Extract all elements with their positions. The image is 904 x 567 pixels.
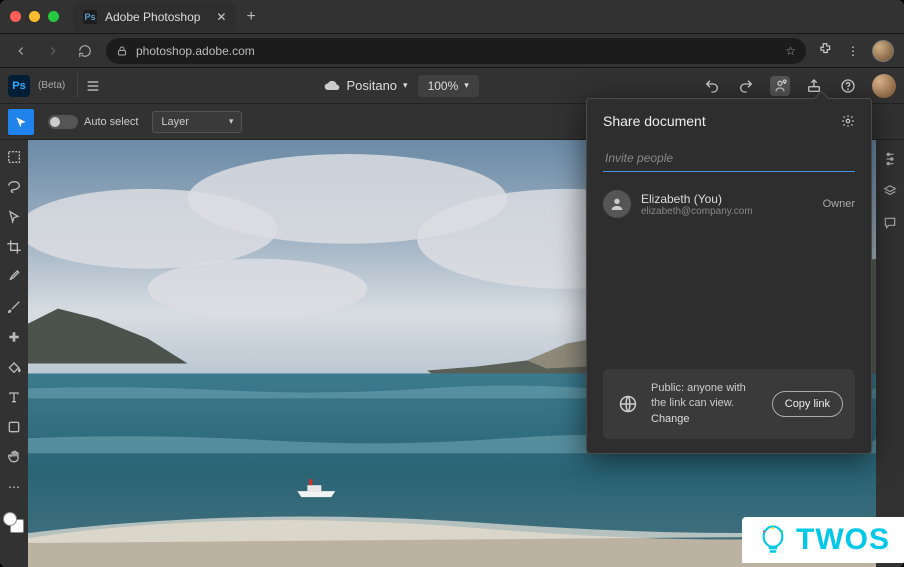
browser-tab-title: Adobe Photoshop (105, 10, 200, 24)
layer-target-dropdown[interactable]: Layer ▾ (152, 111, 242, 133)
tool-eyedropper[interactable] (3, 266, 25, 288)
tool-fill[interactable] (3, 356, 25, 378)
chevron-down-icon: ▾ (464, 80, 469, 91)
browser-url-row: photoshop.adobe.com ☆ ⋮ (0, 34, 904, 68)
tool-quick-select[interactable] (3, 206, 25, 228)
photoshop-logo-icon[interactable]: Ps (8, 75, 30, 97)
tool-text[interactable] (3, 386, 25, 408)
user-avatar[interactable] (872, 74, 896, 98)
left-toolbar: ⋯ (0, 140, 28, 567)
address-bar-text: photoshop.adobe.com (136, 44, 255, 58)
nav-reload-button[interactable] (74, 40, 96, 62)
cloud-icon (324, 78, 340, 94)
maximize-window-button[interactable] (48, 11, 59, 22)
bookmark-star-icon[interactable]: ☆ (785, 44, 796, 58)
chevron-down-icon: ▾ (403, 80, 408, 91)
link-access-box: Public: anyone with the link can view. C… (603, 369, 855, 439)
person-name: Elizabeth (You) (641, 192, 813, 206)
layers-panel-icon[interactable] (881, 182, 899, 200)
color-swatches[interactable] (3, 512, 25, 534)
layer-dropdown-value: Layer (161, 116, 189, 128)
document-name-dropdown[interactable]: Positano ▾ (324, 78, 407, 94)
beta-label: (Beta) (38, 80, 65, 91)
properties-panel-icon[interactable] (881, 150, 899, 168)
collaborator-row: Elizabeth (You) elizabeth@company.com Ow… (603, 190, 855, 218)
link-access-text: Public: anyone with the link can view. C… (651, 381, 762, 427)
browser-menu-icon[interactable]: ⋮ (844, 44, 862, 58)
lightbulb-icon (756, 523, 790, 557)
new-tab-button[interactable]: + (246, 8, 255, 26)
watermark-text: TWOS (796, 523, 890, 557)
address-bar[interactable]: photoshop.adobe.com ☆ (106, 38, 806, 64)
share-document-panel: Share document Elizabeth (You) elizabeth… (586, 98, 872, 454)
copy-link-button[interactable]: Copy link (772, 391, 843, 417)
document-name-text: Positano (346, 78, 397, 93)
app-menu-button[interactable] (77, 74, 101, 98)
tool-more[interactable]: ⋯ (3, 476, 25, 498)
redo-button[interactable] (736, 76, 756, 96)
zoom-value: 100% (428, 79, 459, 93)
share-panel-title: Share document (603, 113, 706, 129)
extensions-icon[interactable] (816, 42, 834, 59)
tab-close-icon[interactable]: ✕ (216, 10, 226, 24)
photoshop-favicon: Ps (83, 10, 97, 24)
tool-spot-heal[interactable] (3, 326, 25, 348)
undo-button[interactable] (702, 76, 722, 96)
window-controls (10, 11, 59, 22)
watermark: TWOS (742, 517, 904, 563)
tool-marquee[interactable] (3, 146, 25, 168)
nav-forward-button[interactable] (42, 40, 64, 62)
comments-panel-icon[interactable] (881, 214, 899, 232)
close-window-button[interactable] (10, 11, 21, 22)
share-button[interactable] (770, 76, 790, 96)
browser-tab[interactable]: Ps Adobe Photoshop ✕ (73, 3, 236, 31)
foreground-color-swatch[interactable] (3, 512, 17, 526)
help-button[interactable] (838, 76, 858, 96)
tool-brush[interactable] (3, 296, 25, 318)
browser-profile-avatar[interactable] (872, 40, 894, 62)
tool-hand[interactable] (3, 446, 25, 468)
change-link-access[interactable]: Change (651, 413, 690, 425)
active-tool-indicator[interactable] (8, 109, 34, 135)
right-panel-rail (876, 140, 904, 567)
globe-icon (615, 391, 641, 417)
minimize-window-button[interactable] (29, 11, 40, 22)
auto-select-toggle[interactable] (48, 115, 78, 129)
tool-crop[interactable] (3, 236, 25, 258)
share-settings-button[interactable] (841, 114, 855, 128)
person-email: elizabeth@company.com (641, 206, 813, 217)
zoom-dropdown[interactable]: 100% ▾ (418, 75, 479, 97)
person-role: Owner (823, 198, 855, 210)
tool-lasso[interactable] (3, 176, 25, 198)
tool-shape[interactable] (3, 416, 25, 438)
nav-back-button[interactable] (10, 40, 32, 62)
person-avatar-icon (603, 190, 631, 218)
invite-people-input[interactable] (603, 145, 855, 172)
lock-icon (116, 45, 128, 57)
browser-titlebar: Ps Adobe Photoshop ✕ + (0, 0, 904, 34)
auto-select-label: Auto select (84, 116, 138, 128)
chevron-down-icon: ▾ (229, 116, 234, 127)
